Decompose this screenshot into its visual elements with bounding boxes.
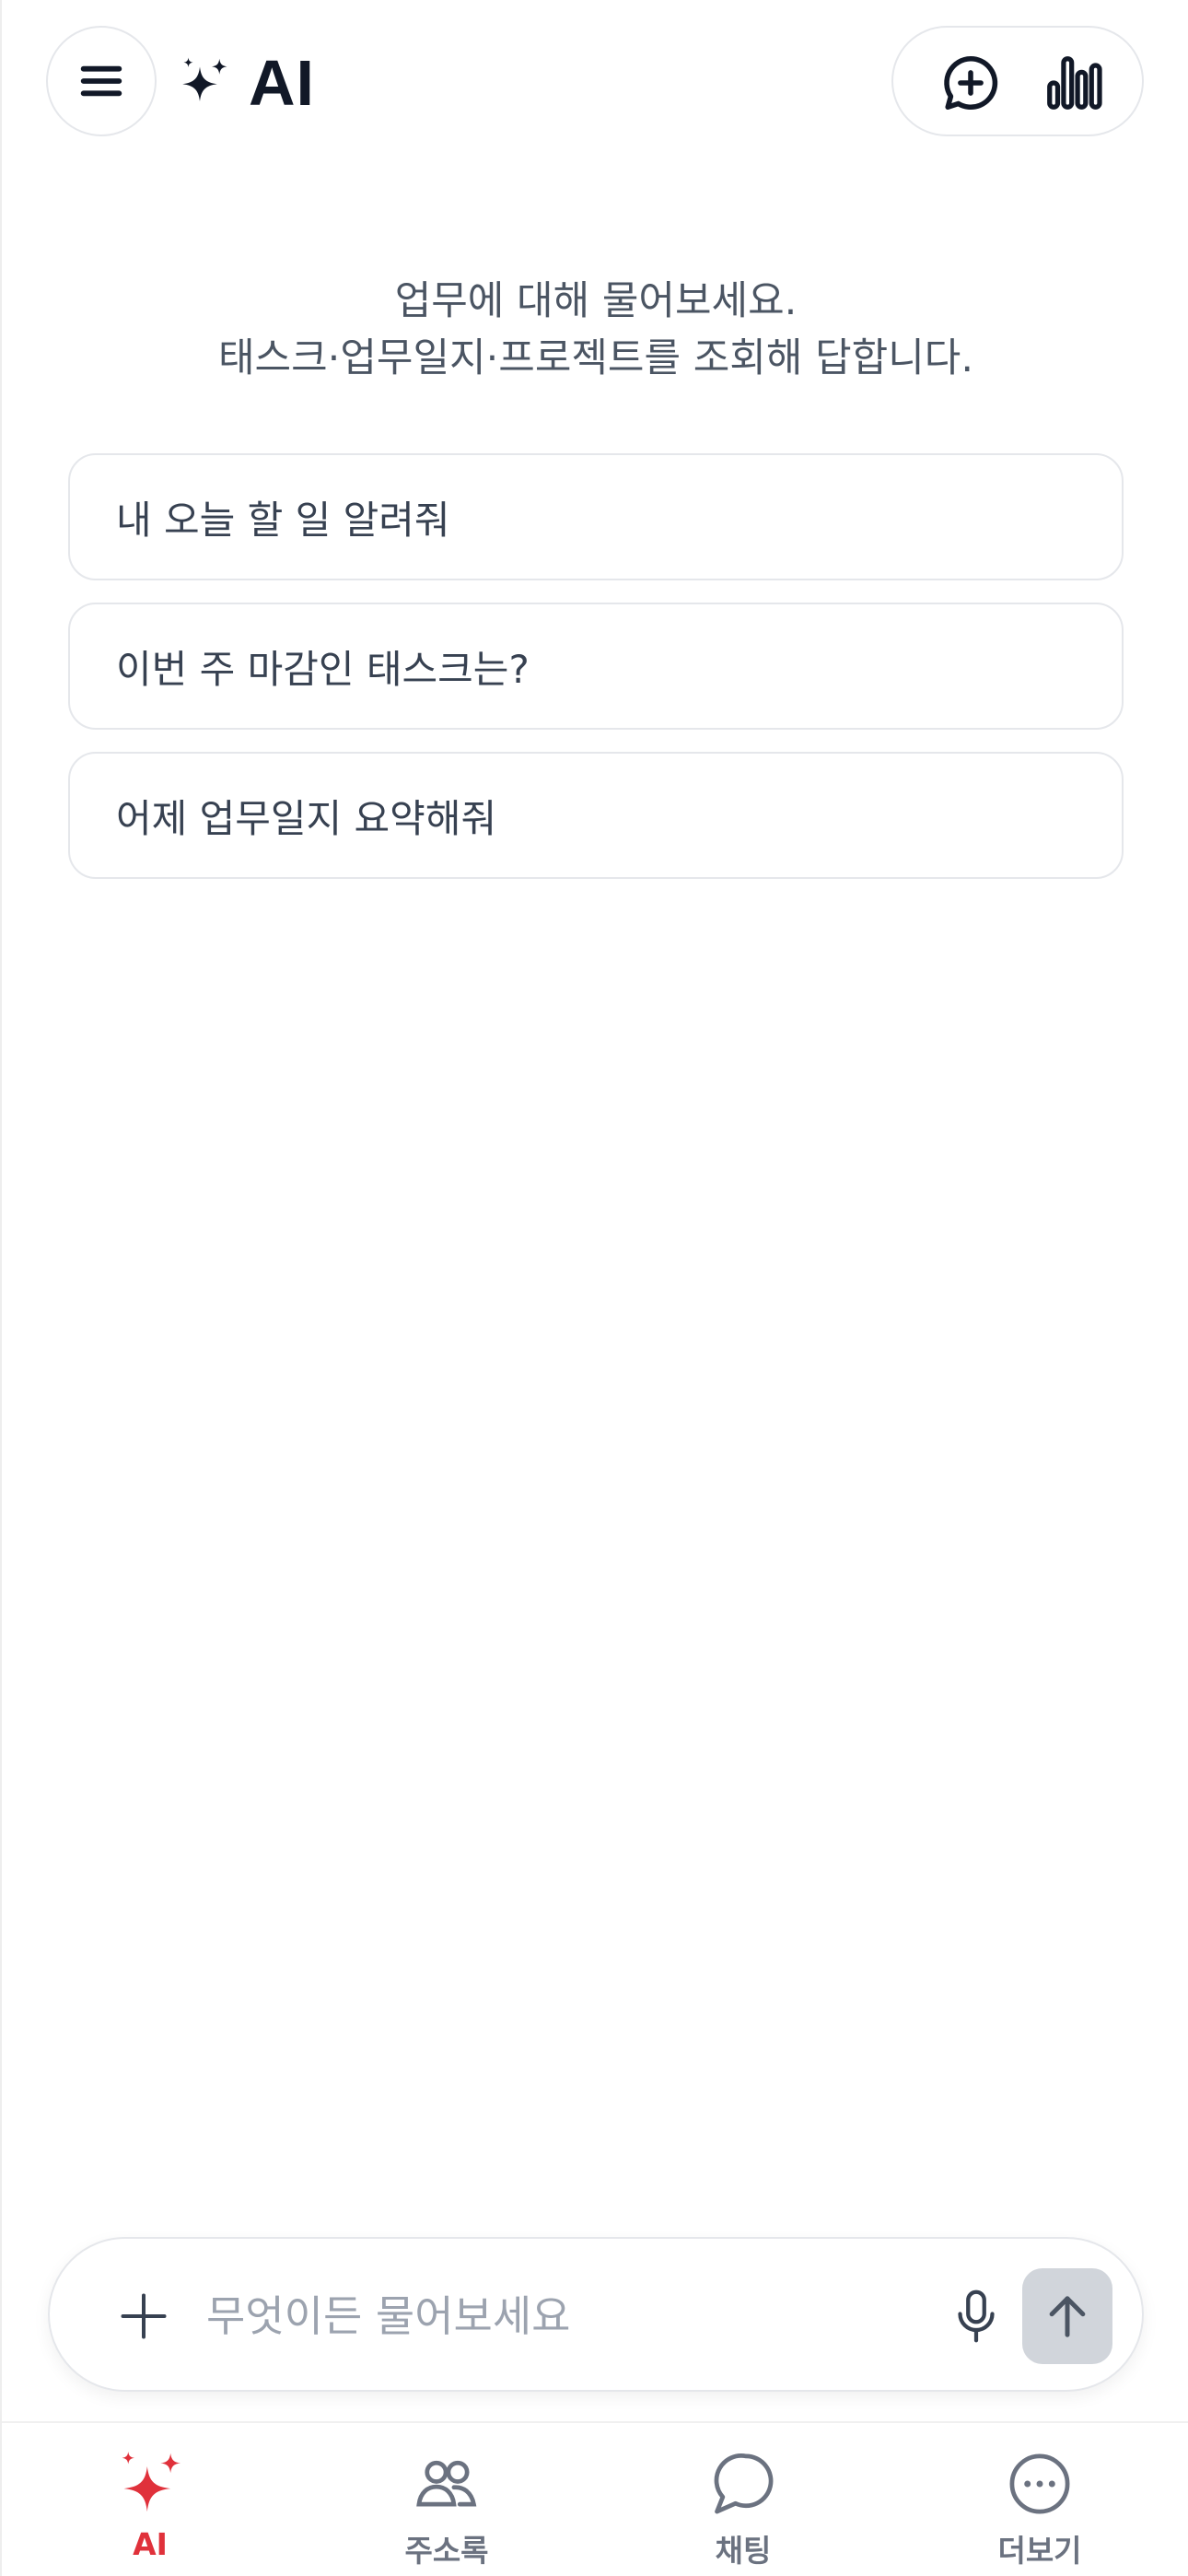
nav-item-more[interactable]: 더보기 <box>891 2423 1188 2576</box>
nav-item-ai[interactable]: AI <box>2 2423 298 2576</box>
intro-line-2: 태스크·업무일지·프로젝트를 조회해 답합니다. <box>218 335 973 381</box>
microphone-icon <box>958 2289 995 2343</box>
voice-input-button[interactable] <box>939 2279 1013 2353</box>
arrow-up-icon <box>1049 2296 1086 2337</box>
bottom-navigation: AI 주소록 채팅 더보기 <box>2 2421 1188 2576</box>
brand: AI <box>177 46 315 120</box>
more-dots-icon <box>1009 2453 1070 2514</box>
nav-label-chat: 채팅 <box>715 2533 772 2569</box>
chat-plus-icon <box>944 55 998 111</box>
send-button[interactable] <box>1022 2268 1112 2364</box>
sparkles-icon <box>122 2452 181 2512</box>
nav-label-ai: AI <box>133 2526 168 2562</box>
hamburger-menu-icon <box>80 65 122 97</box>
people-icon <box>416 2460 477 2507</box>
chat-bubble-icon <box>714 2453 774 2514</box>
message-composer <box>48 2237 1144 2392</box>
nav-label-contacts: 주소록 <box>404 2533 489 2569</box>
menu-button[interactable] <box>46 26 157 136</box>
suggestion-chip[interactable]: 이번 주 마감인 태스크는? <box>68 603 1124 730</box>
page-title: AI <box>249 47 315 119</box>
plus-icon <box>121 2293 167 2339</box>
ai-chat-screen: AI 업무에 대해 물어보세요. 태스크·업무일지·프로젝트를 조회해 답합니다… <box>0 0 1188 2576</box>
stats-button[interactable] <box>1037 46 1111 120</box>
nav-item-chat[interactable]: 채팅 <box>595 2423 891 2576</box>
new-chat-button[interactable] <box>934 46 1007 120</box>
suggestion-chip[interactable]: 내 오늘 할 일 알려줘 <box>68 453 1124 580</box>
intro-text: 업무에 대해 물어보세요. 태스크·업무일지·프로젝트를 조회해 답합니다. <box>2 273 1188 387</box>
nav-item-contacts[interactable]: 주소록 <box>298 2423 595 2576</box>
intro-line-1: 업무에 대해 물어보세요. <box>394 278 798 324</box>
suggestion-chip[interactable]: 어제 업무일지 요약해줘 <box>68 752 1124 879</box>
header-actions <box>891 26 1144 136</box>
message-input[interactable] <box>206 2279 943 2353</box>
attach-button[interactable] <box>107 2279 181 2353</box>
bar-chart-icon <box>1047 56 1102 110</box>
nav-label-more: 더보기 <box>997 2533 1082 2569</box>
sparkles-icon <box>182 57 227 101</box>
